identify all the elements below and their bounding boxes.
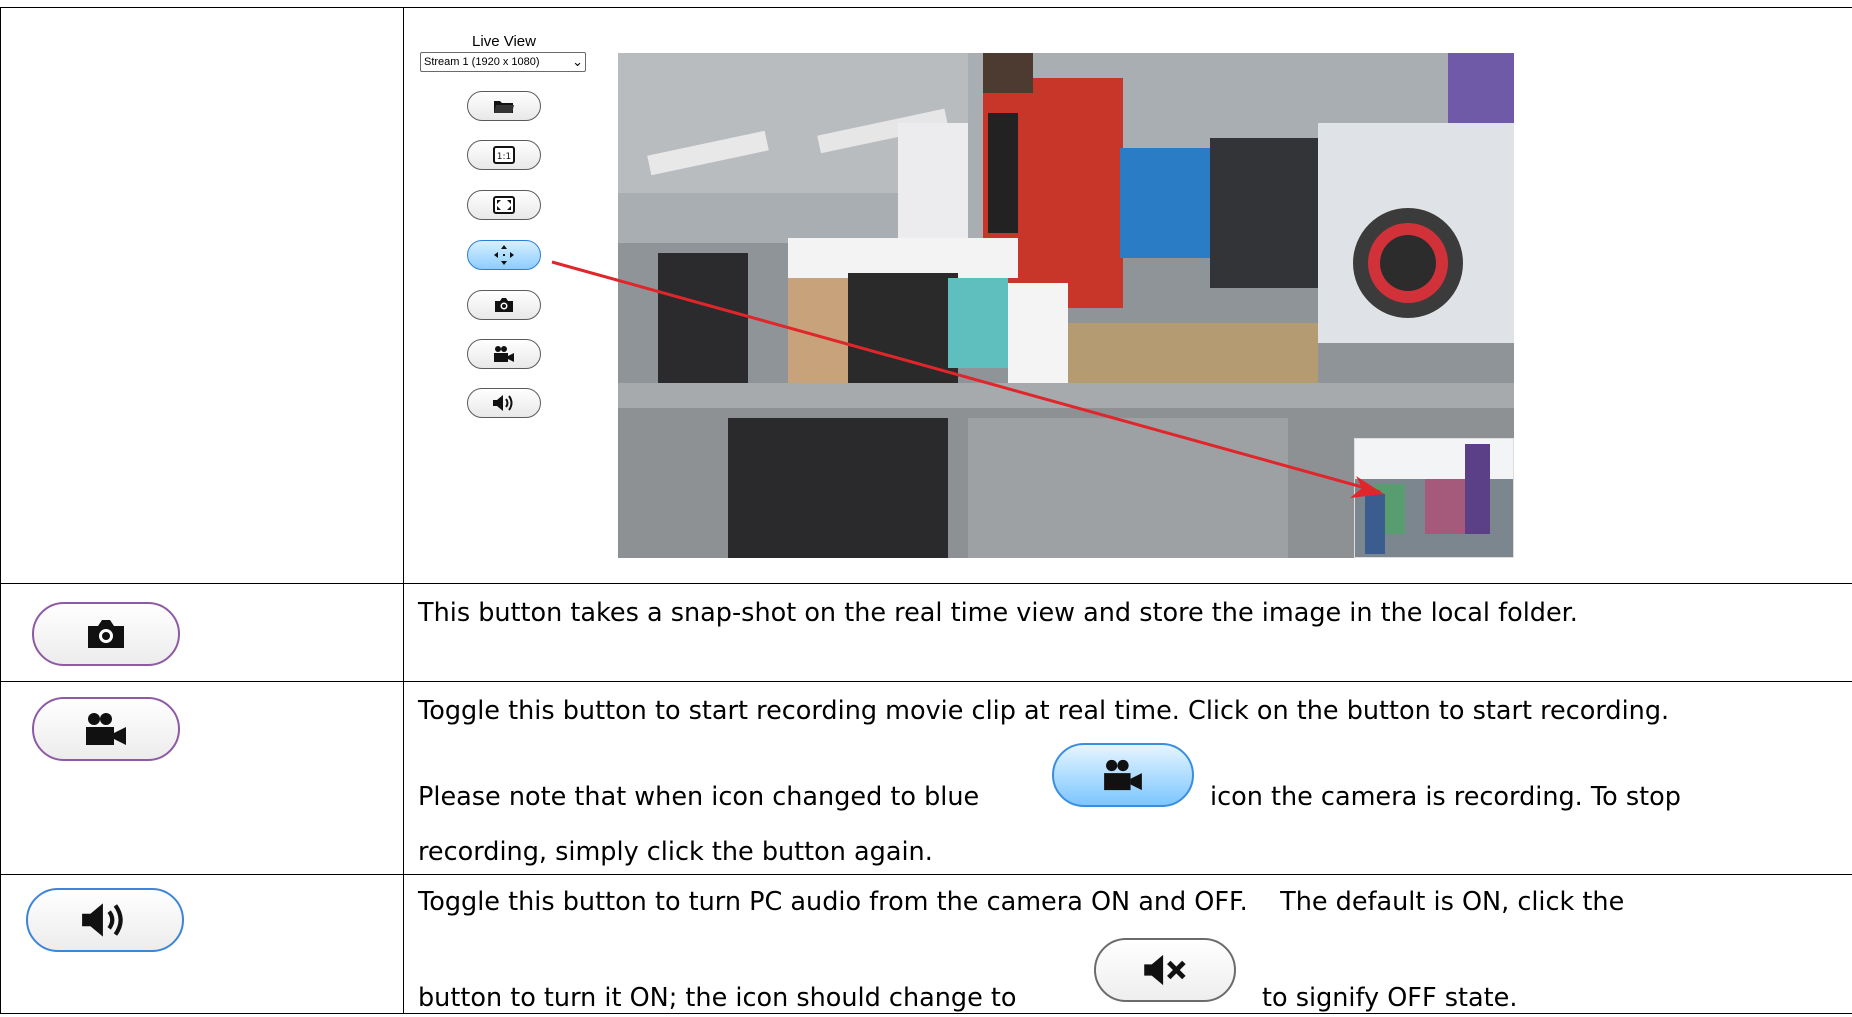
audio-description-line1: Toggle this button to turn PC audio from… [418, 887, 1625, 917]
stream-select[interactable]: Stream 1 (1920 x 1080) ⌄ [420, 52, 586, 72]
move-arrows-icon [494, 245, 514, 265]
stream-select-value: Stream 1 (1920 x 1080) [424, 56, 540, 68]
video-camera-icon [1104, 759, 1142, 791]
record-button[interactable] [467, 339, 541, 369]
video-camera-icon [494, 346, 514, 362]
fit-screen-button[interactable] [467, 190, 541, 220]
snapshot-description: This button takes a snap-shot on the rea… [418, 598, 1578, 628]
pan-button[interactable] [467, 240, 541, 270]
chevron-down-icon: ⌄ [572, 54, 583, 69]
camera-icon [88, 620, 124, 648]
one-to-one-icon: 1:1 [493, 146, 515, 164]
one-to-one-button[interactable]: 1:1 [467, 140, 541, 170]
speaker-icon [82, 903, 123, 937]
svg-text:1:1: 1:1 [497, 152, 511, 162]
record-description-line2b: icon the camera is recording. To stop [1210, 782, 1681, 812]
snapshot-button[interactable] [467, 290, 541, 320]
fit-screen-icon [493, 196, 515, 214]
folder-button[interactable] [467, 91, 541, 121]
audio-big-button[interactable] [26, 888, 184, 952]
record-description-line3: recording, simply click the button again… [418, 837, 933, 867]
record-description-line1: Toggle this button to start recording mo… [418, 696, 1670, 726]
live-view-title: Live View [472, 33, 536, 50]
picture-in-picture-view[interactable] [1354, 438, 1514, 558]
speaker-icon [493, 395, 513, 411]
record-big-button[interactable] [32, 697, 180, 761]
audio-description-line2b: to signify OFF state. [1262, 983, 1518, 1013]
record-description-line2a: Please note that when icon changed to bl… [418, 782, 980, 812]
audio-button[interactable] [467, 388, 541, 418]
folder-icon [494, 101, 514, 113]
audio-off-button [1094, 938, 1236, 1002]
pip-scene [1355, 439, 1513, 557]
mute-icon [1144, 954, 1186, 986]
recording-active-button [1052, 743, 1194, 807]
audio-description-line2a: button to turn it ON; the icon should ch… [418, 983, 1017, 1013]
video-camera-icon [86, 713, 126, 745]
empty-cell [0, 7, 404, 584]
camera-icon [495, 298, 513, 312]
snapshot-big-button[interactable] [32, 602, 180, 666]
